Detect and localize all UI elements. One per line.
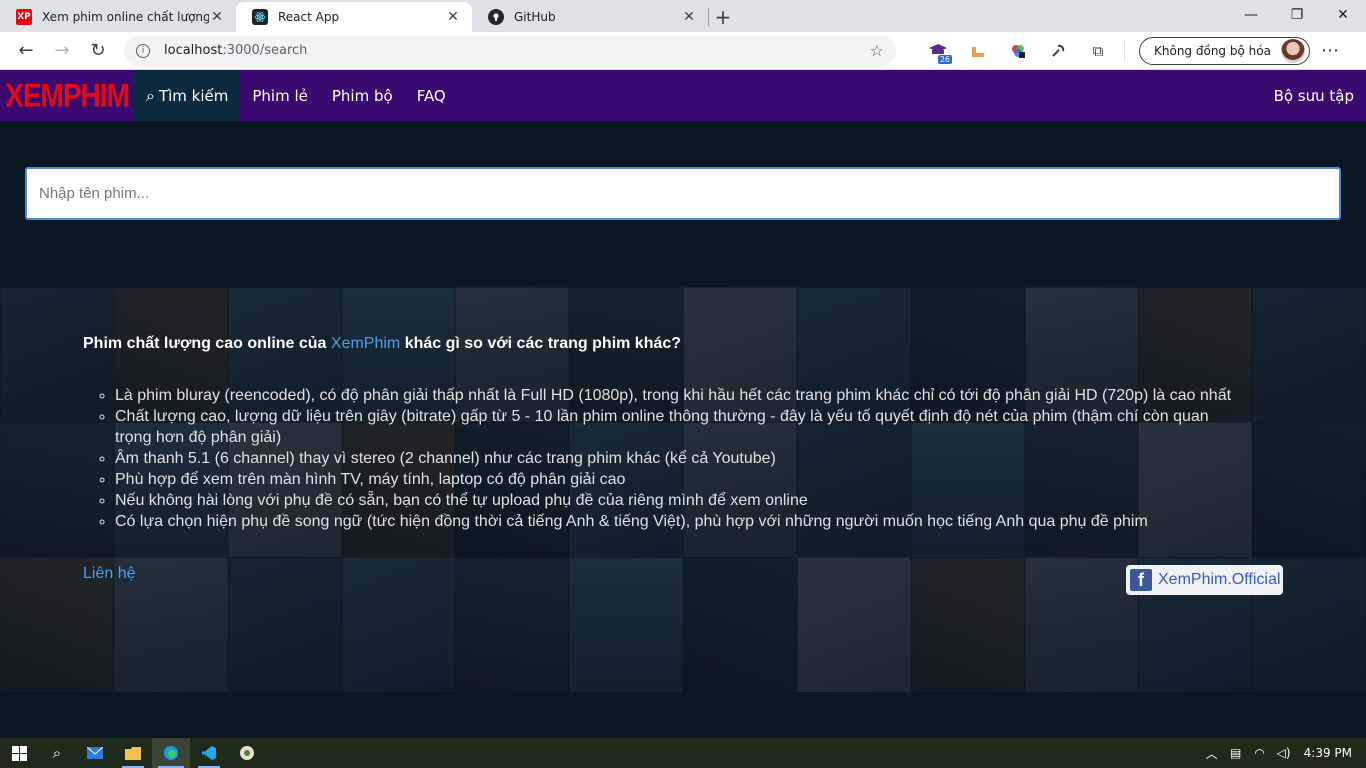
movie-search-input[interactable] (25, 167, 1341, 220)
github-favicon-icon (488, 9, 504, 25)
reload-icon[interactable]: ↻ (80, 36, 116, 66)
vscode-icon[interactable] (190, 738, 228, 768)
site-header: XEMPHIM ⌕ Tìm kiếm Phim lẻ Phim bộ FAQ B… (0, 70, 1366, 121)
facebook-page-button[interactable]: f XemPhim.Official (1126, 565, 1283, 595)
extension-color-picker-icon[interactable] (998, 36, 1038, 66)
list-item: Chất lượng cao, lượng dữ liệu trên giây … (115, 406, 1235, 448)
app-icon[interactable] (228, 738, 266, 768)
quality-info-section: Phim chất lượng cao online của XemPhim k… (0, 287, 1366, 692)
facebook-page-label: XemPhim.Official (1158, 571, 1281, 588)
nav-movies[interactable]: Phim lẻ (240, 70, 320, 121)
nav-faq[interactable]: FAQ (405, 70, 458, 121)
react-favicon-icon (252, 9, 268, 25)
list-item: Là phim bluray (reencoded), có độ phân g… (115, 385, 1235, 406)
file-explorer-icon[interactable] (114, 738, 152, 768)
avatar (1280, 38, 1305, 63)
browser-tab-strip: XP Xem phim online chất lượng cao ✕ Reac… (0, 0, 1366, 32)
browser-tab-react-app[interactable]: React App ✕ (236, 2, 472, 32)
headline-text-post: khác gì so với các trang phim khác? (400, 335, 682, 352)
url-path: :3000/search (222, 43, 308, 58)
extension-ruler-icon[interactable] (958, 36, 998, 66)
extension-tools-icon[interactable] (1038, 36, 1078, 66)
list-item: Phù hợp để xem trên màn hình TV, máy tín… (115, 469, 1235, 490)
profile-sync-label: Không đồng bộ hóa (1154, 43, 1271, 58)
extension-graduation-cap-icon[interactable]: 26 (918, 36, 958, 66)
wifi-icon[interactable]: ◠ (1248, 746, 1272, 760)
edge-browser-icon[interactable] (152, 738, 190, 768)
keyboard-icon[interactable]: ▤ (1224, 746, 1248, 760)
windows-start-icon[interactable] (0, 738, 38, 768)
close-window-icon[interactable]: ✕ (1320, 0, 1366, 30)
nav-search[interactable]: ⌕ Tìm kiếm (134, 70, 241, 121)
search-box (25, 167, 1341, 220)
minimize-icon[interactable]: — (1228, 0, 1274, 30)
headline-text-pre: Phim chất lượng cao online của (83, 335, 331, 352)
nav-series[interactable]: Phim bộ (320, 70, 405, 121)
forward-arrow-icon[interactable]: → (44, 36, 80, 66)
headline-brand-link[interactable]: XemPhim (331, 335, 400, 352)
search-icon: ⌕ (146, 85, 155, 105)
window-controls: — ❐ ✕ (1228, 0, 1366, 30)
feature-list: Là phim bluray (reencoded), có độ phân g… (115, 385, 1235, 532)
profile-button[interactable]: Không đồng bộ hóa (1139, 36, 1310, 65)
browser-tab-github[interactable]: GitHub ✕ (472, 2, 708, 32)
xemphim-favicon-icon: XP (16, 9, 32, 25)
site-logo[interactable]: XEMPHIM (0, 66, 134, 125)
address-bar[interactable]: i localhost:3000/search ☆ (124, 35, 896, 66)
volume-icon[interactable]: ◁) (1272, 746, 1296, 760)
mail-icon[interactable] (76, 738, 114, 768)
windows-taskbar: ⌕ ︿ ▤ ◠ ◁) 4:39 PM (0, 738, 1366, 768)
contact-link[interactable]: Liên hệ (83, 565, 136, 583)
tab-close-icon[interactable]: ✕ (209, 9, 225, 25)
nav-collection[interactable]: Bộ sưu tập (1262, 70, 1366, 121)
extensions-puzzle-icon[interactable]: ⧉ (1078, 36, 1118, 66)
site-info-icon[interactable]: i (136, 43, 150, 58)
url-host: localhost (164, 43, 223, 58)
extension-badge: 26 (937, 54, 952, 64)
favorite-star-icon[interactable]: ☆ (870, 41, 884, 60)
tab-title: React App (278, 10, 340, 24)
restore-icon[interactable]: ❐ (1274, 0, 1320, 30)
url-text: localhost:3000/search (164, 43, 870, 58)
info-headline: Phim chất lượng cao online của XemPhim k… (83, 335, 681, 353)
tab-close-icon[interactable]: ✕ (681, 9, 697, 25)
search-icon[interactable]: ⌕ (38, 738, 76, 768)
tab-close-icon[interactable]: ✕ (445, 9, 461, 25)
tab-title: Xem phim online chất lượng cao (42, 10, 209, 24)
facebook-icon: f (1130, 569, 1152, 591)
browser-tab-xemphim[interactable]: XP Xem phim online chất lượng cao ✕ (0, 2, 236, 32)
list-item: Có lựa chọn hiện phụ đề song ngữ (tức hi… (115, 511, 1235, 532)
system-tray: ︿ ▤ ◠ ◁) 4:39 PM (1200, 738, 1366, 768)
tab-title: GitHub (514, 10, 556, 24)
more-menu-icon[interactable]: ⋯ (1310, 40, 1350, 61)
nav-search-label: Tìm kiếm (158, 86, 229, 105)
clock[interactable]: 4:39 PM (1296, 746, 1366, 760)
new-tab-icon[interactable]: + (709, 2, 737, 32)
back-arrow-icon[interactable]: ← (8, 36, 44, 66)
browser-toolbar: ← → ↻ i localhost:3000/search ☆ 26 ⧉ Khô… (0, 32, 1366, 70)
chevron-up-icon[interactable]: ︿ (1200, 745, 1224, 762)
list-item: Nếu không hài lòng với phụ đề có sẵn, bạ… (115, 490, 1235, 511)
list-item: Âm thanh 5.1 (6 channel) thay vì stereo … (115, 448, 1235, 469)
